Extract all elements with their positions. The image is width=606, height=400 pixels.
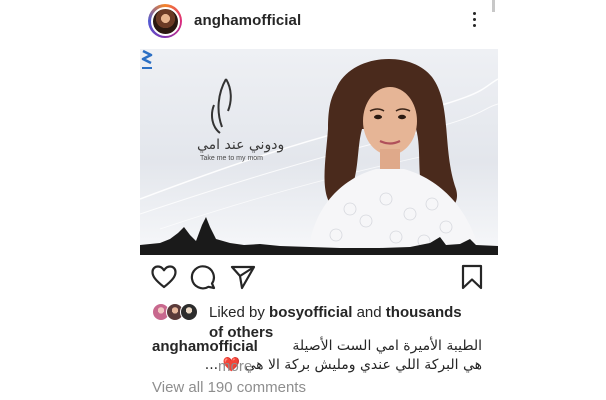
share-icon[interactable] xyxy=(230,264,256,290)
post-artwork xyxy=(140,58,498,255)
post-image[interactable]: ودوني عند امي Take me to my mom xyxy=(140,49,498,255)
caption-more-link[interactable]: more xyxy=(218,358,252,375)
liked-by-avatars[interactable] xyxy=(152,303,202,323)
likes-prefix: Liked by xyxy=(209,304,270,321)
post-username[interactable]: anghamofficial xyxy=(194,12,301,29)
instagram-post: anghamofficial ودوني عند امي Take me to … xyxy=(0,0,606,400)
scrollbar[interactable] xyxy=(492,0,495,12)
likes-middle: and xyxy=(352,304,386,321)
caption-ellipsis: ... xyxy=(204,357,219,373)
avatar xyxy=(180,303,198,321)
heart-icon[interactable] xyxy=(151,265,177,289)
comment-icon[interactable] xyxy=(190,264,216,290)
bookmark-icon[interactable] xyxy=(460,264,484,290)
likes-summary: Liked by bosyofficial and thousands of o… xyxy=(209,303,474,343)
profile-avatar[interactable] xyxy=(148,4,182,38)
view-all-comments-link[interactable]: View all 190 comments xyxy=(152,379,306,396)
more-options-icon[interactable] xyxy=(470,12,478,30)
brand-logo-icon xyxy=(141,49,153,69)
caption-username[interactable]: anghamofficial xyxy=(152,338,258,355)
logo-english-text: Take me to my mom xyxy=(200,155,264,162)
caption-text-line1: الطيبة الأميرة امي الست الأصيلة xyxy=(292,338,482,354)
liked-by-user-link[interactable]: bosyofficial xyxy=(269,304,352,321)
profile-photo xyxy=(150,6,180,36)
caption-text-line2-body: هي البركة اللي عندي ومليش بركة الا هي xyxy=(244,357,482,373)
caption-text-line2: هي البركة اللي عندي ومليش بركة الا هي ❤️… xyxy=(205,357,482,373)
logo-arabic-text: ودوني عند امي xyxy=(197,137,285,153)
